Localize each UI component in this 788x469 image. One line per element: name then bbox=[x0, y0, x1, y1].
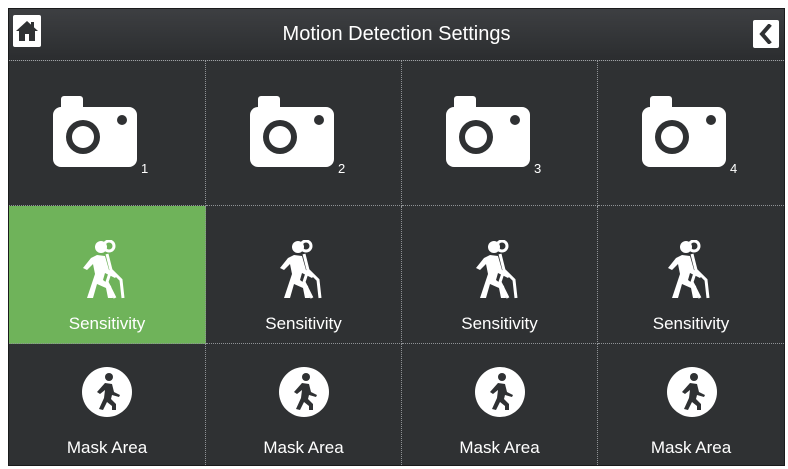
mask-area-label: Mask Area bbox=[650, 438, 732, 457]
camera-4-cell[interactable]: 4 bbox=[598, 61, 784, 206]
camera-2-cell[interactable]: 2 bbox=[206, 61, 402, 206]
mask-area-4-button[interactable]: Mask Area bbox=[598, 344, 784, 465]
motion-detection-screen: Motion Detection Settings 1 2 3 4 Sensit… bbox=[8, 8, 785, 466]
sensitivity-4-button[interactable]: Sensitivity bbox=[598, 206, 784, 344]
sensitivity-label: Sensitivity bbox=[461, 314, 538, 333]
camera-icon bbox=[446, 96, 530, 167]
camera-1-cell[interactable]: 1 bbox=[9, 61, 206, 206]
home-button[interactable] bbox=[13, 15, 41, 47]
motion-walker-icon bbox=[280, 240, 322, 299]
camera-number: 2 bbox=[338, 161, 346, 176]
mask-area-label: Mask Area bbox=[263, 438, 344, 457]
walker-circle-icon bbox=[475, 367, 525, 417]
sensitivity-label: Sensitivity bbox=[652, 314, 730, 333]
camera-number: 1 bbox=[141, 161, 149, 176]
camera-3-cell[interactable]: 3 bbox=[402, 61, 598, 206]
camera-icon bbox=[642, 96, 726, 167]
camera-icon bbox=[250, 96, 334, 167]
motion-walker-icon bbox=[476, 240, 518, 299]
mask-area-label: Mask Area bbox=[459, 438, 540, 457]
back-button[interactable] bbox=[753, 20, 779, 48]
sensitivity-2-button[interactable]: Sensitivity bbox=[206, 206, 402, 344]
sensitivity-1-button[interactable]: Sensitivity bbox=[9, 206, 206, 344]
page-title: Motion Detection Settings bbox=[282, 23, 511, 45]
sensitivity-label: Sensitivity bbox=[68, 314, 146, 333]
header-bar: Motion Detection Settings bbox=[9, 9, 784, 61]
sensitivity-label: Sensitivity bbox=[265, 314, 342, 333]
motion-walker-icon bbox=[83, 240, 125, 299]
settings-grid: 1 2 3 4 Sensitivity Sensitivity Sensitiv… bbox=[9, 61, 784, 465]
mask-area-3-button[interactable]: Mask Area bbox=[402, 344, 598, 465]
home-icon bbox=[16, 21, 38, 41]
walker-circle-icon bbox=[82, 367, 132, 417]
mask-area-1-button[interactable]: Mask Area bbox=[9, 344, 206, 465]
chevron-left-icon bbox=[759, 24, 772, 44]
motion-walker-icon bbox=[668, 240, 710, 299]
walker-circle-icon bbox=[667, 367, 717, 417]
sensitivity-3-button[interactable]: Sensitivity bbox=[402, 206, 598, 344]
mask-area-2-button[interactable]: Mask Area bbox=[206, 344, 402, 465]
walker-circle-icon bbox=[279, 367, 329, 417]
camera-number: 3 bbox=[534, 161, 542, 176]
camera-icon bbox=[53, 96, 137, 167]
mask-area-label: Mask Area bbox=[66, 438, 148, 457]
camera-number: 4 bbox=[730, 161, 738, 176]
